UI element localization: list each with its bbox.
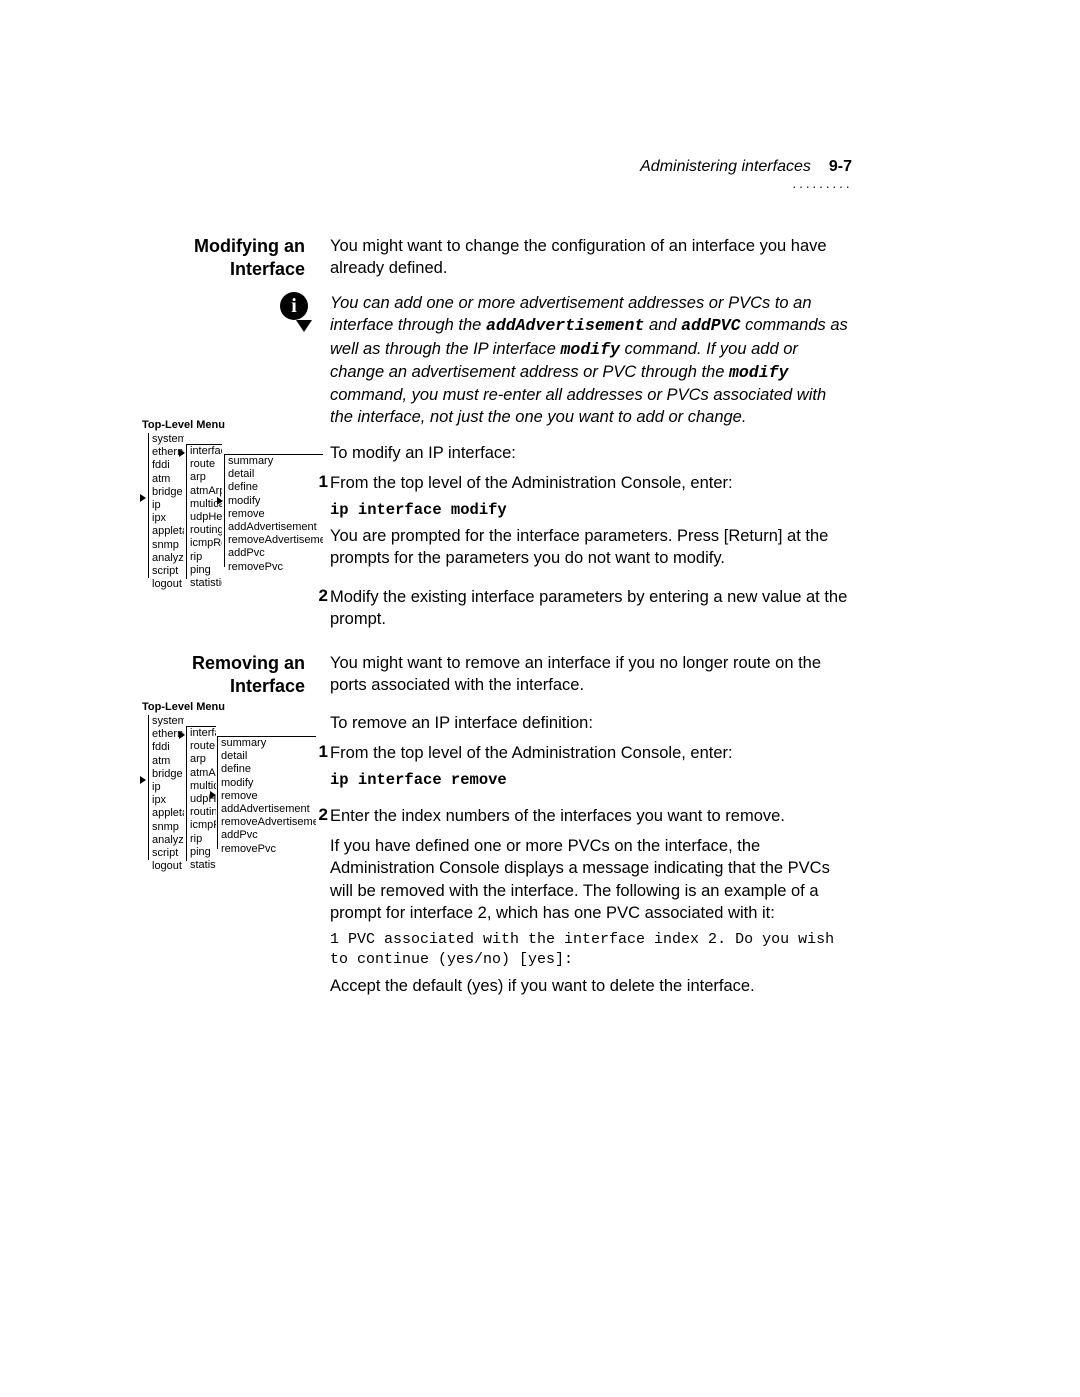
menu-item: atm — [152, 755, 184, 768]
menu-item: appletalk — [152, 525, 184, 538]
menu-item: addPvc — [221, 829, 316, 842]
menu-item: routing — [190, 806, 216, 819]
menu-item: system — [152, 715, 184, 728]
menu-item: system — [152, 433, 184, 446]
section-title-modifying: Modifying an Interface — [145, 235, 305, 282]
menu-item: rip — [190, 833, 216, 846]
menu-item: addAdvertisement — [228, 521, 323, 534]
menu-item: icmpRouterDiscovery — [190, 819, 216, 832]
menu-item: detail — [221, 750, 316, 763]
menu-item: analyzer — [152, 834, 184, 847]
menu-item: interface — [190, 445, 222, 458]
menu-item: statistics — [190, 859, 216, 872]
menu-item: removePvc — [221, 843, 316, 856]
menu-item: summary — [228, 455, 323, 468]
section2-intro: You might want to remove an interface if… — [330, 652, 850, 697]
menu-diagram-2: Top-Level Menu system ethernet fddi atm … — [142, 701, 225, 717]
section1-lead: To modify an IP interface: — [330, 442, 850, 464]
menu-item: modify — [221, 777, 316, 790]
menu-item: icmpRouterDiscovery — [190, 537, 222, 550]
menu-item: script — [152, 565, 184, 578]
menu-item: addAdvertisement — [221, 803, 316, 816]
menu-item: route — [190, 458, 222, 471]
triangle-icon — [140, 776, 146, 784]
menu-item: summary — [221, 737, 316, 750]
triangle-icon — [210, 791, 216, 799]
section1-note: You can add one or more advertisement ad… — [330, 292, 850, 429]
menu-item: fddi — [152, 741, 184, 754]
menu-item: analyzer — [152, 552, 184, 565]
menu-item: route — [190, 740, 216, 753]
menu-item: arp — [190, 753, 216, 766]
menu-item: appletalk — [152, 807, 184, 820]
cmd-addAdvertisement: addAdvertisement — [486, 316, 644, 335]
menu-item: removeAdvertisement — [228, 534, 323, 547]
section2-accept: Accept the default (yes) if you want to … — [330, 975, 850, 997]
menu-item: define — [228, 481, 323, 494]
triangle-icon — [179, 449, 185, 457]
section2-step1-cmd: ip interface remove — [330, 770, 850, 791]
menu-item: ipx — [152, 512, 184, 525]
section2-lead: To remove an IP interface definition: — [330, 712, 850, 734]
menu-item: rip — [190, 551, 222, 564]
menu-item: snmp — [152, 821, 184, 834]
menu-item: snmp — [152, 539, 184, 552]
section1-intro: You might want to change the configurati… — [330, 235, 850, 280]
menu-item: atm — [152, 473, 184, 486]
menu-title: Top-Level Menu — [142, 701, 225, 714]
page-number: 9-7 — [829, 158, 852, 176]
cmd-modify: modify — [729, 363, 788, 382]
cmd-addPVC: addPVC — [681, 316, 740, 335]
section2-example: 1 PVC associated with the interface inde… — [330, 930, 850, 971]
menu-item: addPvc — [228, 547, 323, 560]
triangle-icon — [140, 494, 146, 502]
menu-item: arp — [190, 471, 222, 484]
info-icon — [280, 292, 308, 320]
menu-item: ip — [152, 781, 184, 794]
triangle-icon — [217, 497, 223, 505]
menu-item: remove — [221, 790, 316, 803]
cmd-modify: modify — [561, 340, 620, 359]
section2-step1: From the top level of the Administration… — [330, 742, 850, 764]
section1-step2: Modify the existing interface parameters… — [330, 586, 850, 631]
menu-item: detail — [228, 468, 323, 481]
menu-item: fddi — [152, 459, 184, 472]
section1-step1: From the top level of the Administration… — [330, 472, 850, 494]
menu-item: removeAdvertisement — [221, 816, 316, 829]
menu-item: script — [152, 847, 184, 860]
menu-item: bridge — [152, 486, 184, 499]
section1-step1-cmd: ip interface modify — [330, 500, 850, 521]
menu-item: ping — [190, 564, 222, 577]
menu-item: atmArpServer — [190, 767, 216, 780]
menu-item: modify — [228, 495, 323, 508]
step-number: 2 — [310, 586, 328, 606]
menu-title: Top-Level Menu — [142, 419, 225, 432]
menu-item: ping — [190, 846, 216, 859]
triangle-icon — [179, 731, 185, 739]
header-title: Administering interfaces — [640, 158, 811, 176]
page: Administering interfaces 9-7 ········· M… — [0, 0, 1080, 1397]
menu-item: logout — [152, 860, 184, 873]
menu-item: removePvc — [228, 561, 323, 574]
section2-step2-after: If you have defined one or more PVCs on … — [330, 835, 850, 924]
menu-item: udpHelper — [190, 511, 222, 524]
page-header: Administering interfaces 9-7 — [640, 158, 852, 176]
menu-item: remove — [228, 508, 323, 521]
menu-item: ip — [152, 499, 184, 512]
header-dots: ········· — [792, 178, 852, 194]
menu-item: bridge — [152, 768, 184, 781]
note-text: and — [644, 316, 681, 334]
menu-item: routing — [190, 524, 222, 537]
section-title-removing: Removing an Interface — [145, 652, 305, 699]
menu-item: interface — [190, 727, 216, 740]
menu-item: logout — [152, 578, 184, 591]
menu-item: define — [221, 763, 316, 776]
menu-diagram-1: Top-Level Menu system ethernet fddi atm … — [142, 419, 225, 435]
info-arrow-icon — [296, 320, 312, 332]
note-text: command, you must re-enter all addresses… — [330, 386, 826, 426]
menu-item: ipx — [152, 794, 184, 807]
menu-item: statistics — [190, 577, 222, 590]
section1-step1-after: You are prompted for the interface param… — [330, 525, 850, 570]
section2-step2: Enter the index numbers of the interface… — [330, 805, 850, 827]
